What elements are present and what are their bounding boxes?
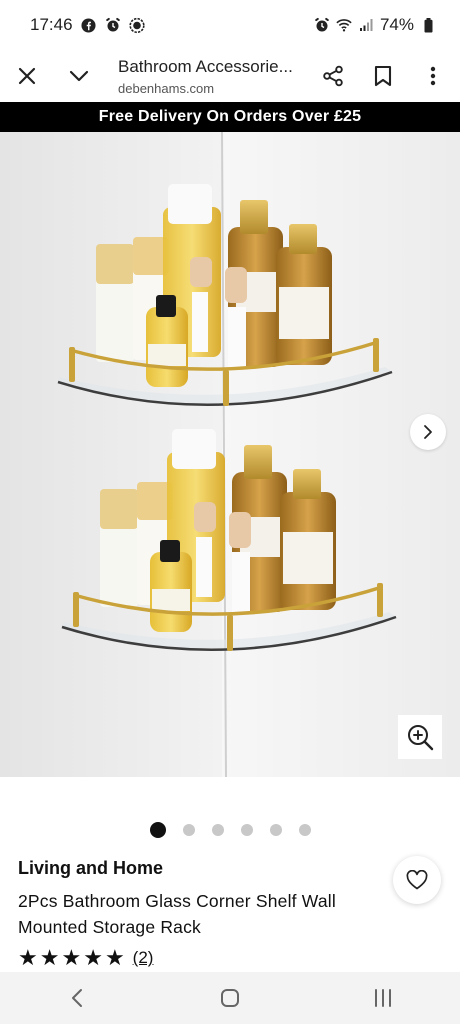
chevron-down-icon [69, 70, 89, 82]
more-vert-icon [430, 66, 436, 86]
facebook-icon [81, 17, 97, 33]
chevron-right-icon [424, 425, 432, 439]
next-image-button[interactable] [410, 414, 446, 450]
status-bar: 17:46 74% [0, 0, 460, 50]
alarm-icon [314, 17, 330, 33]
product-photo [0, 132, 460, 777]
back-icon [71, 989, 82, 1007]
page-title: Bathroom Accessorie... [118, 56, 293, 76]
carousel-dot-3[interactable] [211, 824, 224, 836]
carousel-dot-2[interactable] [182, 824, 195, 836]
share-button[interactable] [308, 50, 358, 102]
back-button[interactable] [47, 976, 107, 1020]
product-rating[interactable]: ★ ★ ★ ★ ★ (2) [18, 946, 153, 970]
page-title-box[interactable]: Bathroom Accessorie... debenhams.com [118, 57, 308, 96]
star-icon: ★ [39, 945, 60, 970]
product-image-gallery[interactable] [0, 132, 460, 777]
home-button[interactable] [200, 976, 260, 1020]
more-options-button[interactable] [408, 50, 458, 102]
zoom-in-icon [408, 725, 434, 751]
home-icon [220, 989, 239, 1007]
battery-icon [420, 17, 436, 33]
close-icon [18, 67, 36, 85]
carousel-dots [0, 820, 460, 840]
star-icon: ★ [61, 945, 82, 970]
signal-app-icon [128, 17, 145, 33]
recents-button[interactable] [353, 976, 413, 1020]
carousel-dot-5[interactable] [269, 824, 282, 836]
carousel-dot-4[interactable] [240, 824, 253, 836]
star-icon: ★ [83, 945, 103, 970]
carousel-dot-6[interactable] [298, 824, 311, 836]
bookmark-icon [374, 65, 392, 87]
system-nav-bar [0, 972, 460, 1024]
review-count-link[interactable]: (2) [133, 948, 154, 968]
cell-signal-icon [358, 17, 374, 33]
alarm-icon [105, 17, 121, 33]
star-icon: ★ [104, 945, 125, 970]
zoom-button[interactable] [398, 715, 442, 759]
close-button[interactable] [2, 50, 52, 102]
wishlist-button[interactable] [393, 856, 441, 904]
star-icon: ★ [18, 945, 38, 970]
brand-name[interactable]: Living and Home [18, 858, 163, 879]
promo-banner[interactable]: Free Delivery On Orders Over £25 [0, 102, 460, 132]
heart-icon [406, 870, 428, 890]
share-icon [323, 65, 343, 87]
page-url: debenhams.com [118, 80, 215, 96]
promo-text: Free Delivery On Orders Over £25 [98, 108, 362, 125]
status-time: 17:46 [30, 15, 73, 34]
expand-button[interactable] [54, 50, 104, 102]
browser-toolbar: Bathroom Accessorie... debenhams.com [0, 50, 460, 102]
recents-icon [375, 989, 392, 1007]
bookmark-button[interactable] [358, 50, 408, 102]
wifi-icon [336, 17, 352, 33]
product-title: 2Pcs Bathroom Glass Corner Shelf Wall Mo… [18, 891, 336, 937]
battery-percent: 74% [379, 15, 414, 34]
carousel-dot-1[interactable] [149, 822, 166, 838]
